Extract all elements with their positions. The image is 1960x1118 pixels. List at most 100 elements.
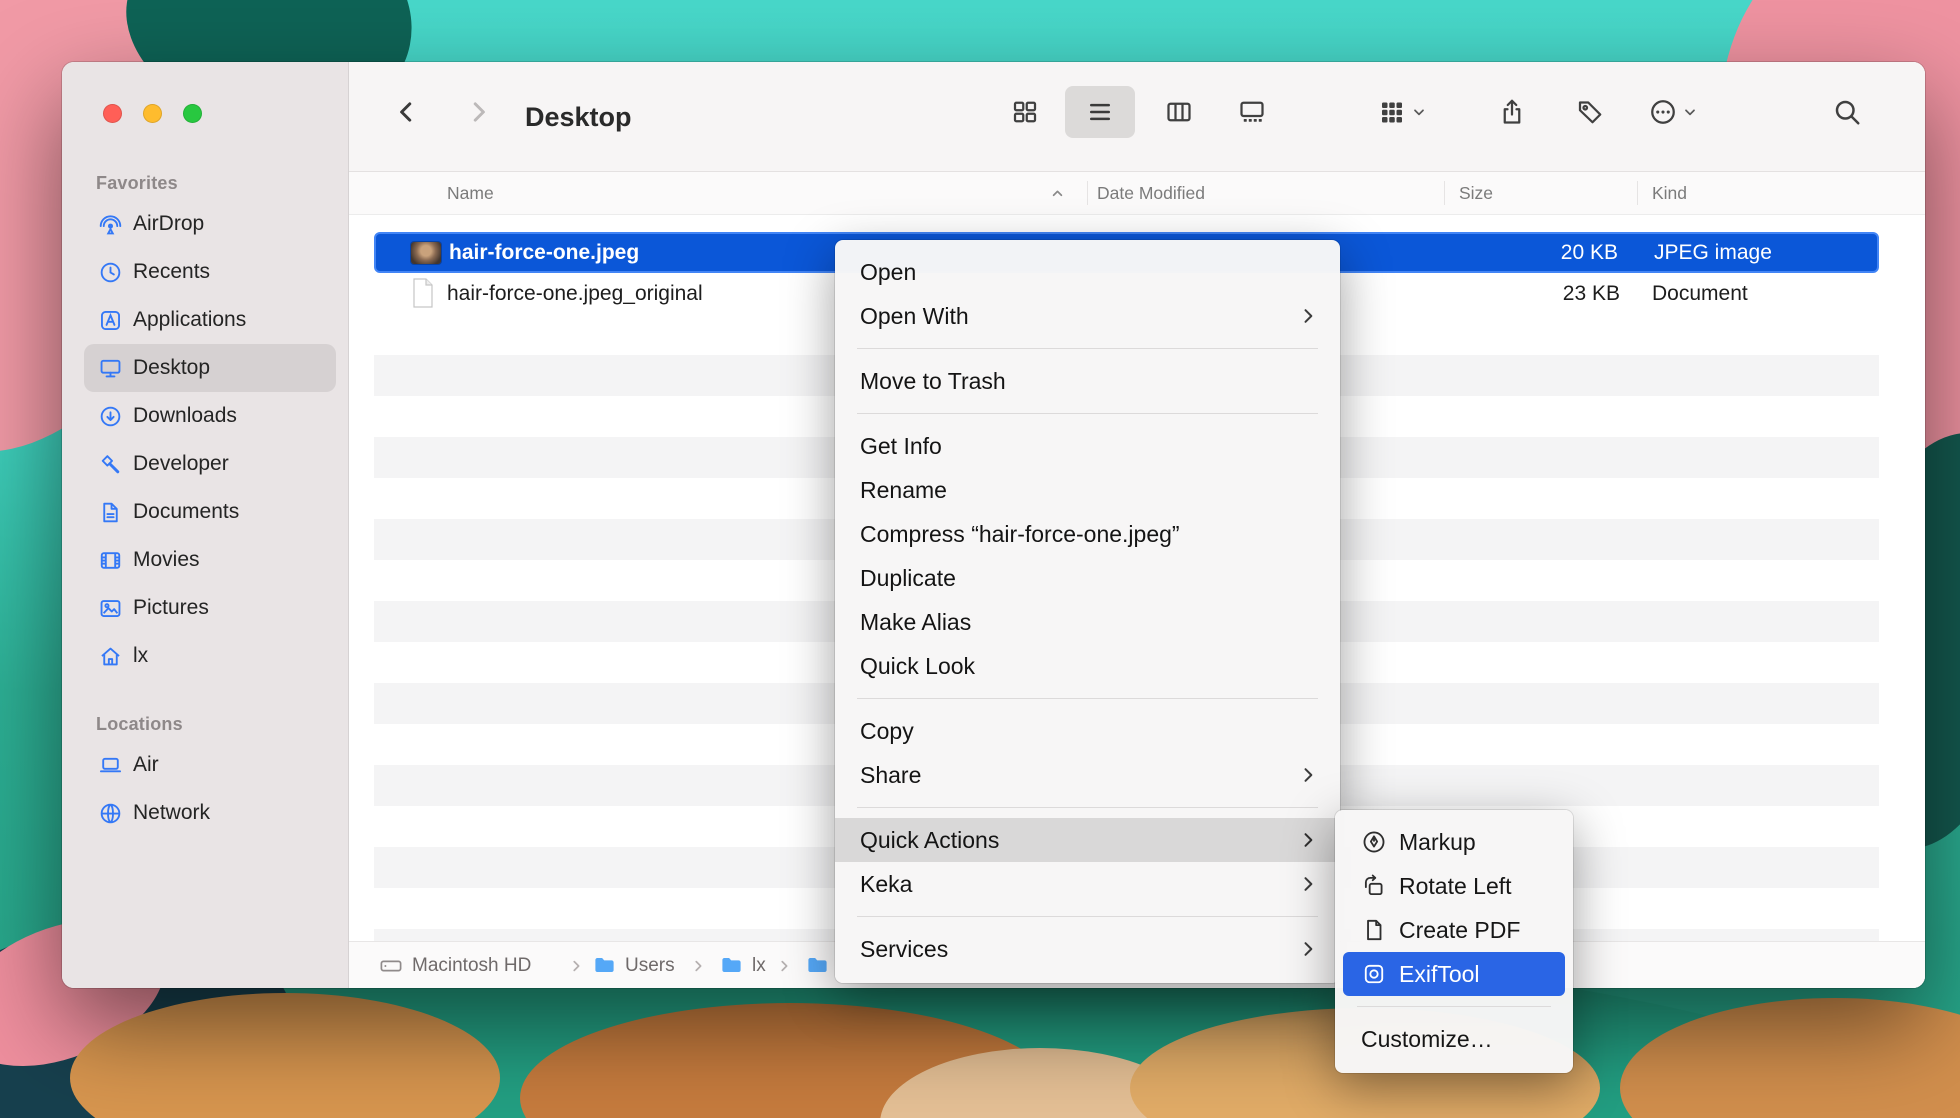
menu-item-services[interactable]: Services: [835, 927, 1340, 971]
column-divider: [1637, 181, 1638, 205]
menu-item-rename[interactable]: Rename: [835, 468, 1340, 512]
column-header-kind[interactable]: Kind: [1652, 172, 1687, 215]
desktop-icon: [98, 356, 123, 381]
path-chevron-icon: [691, 942, 705, 988]
column-header-date-modified[interactable]: Date Modified: [1097, 172, 1205, 215]
menu-item-move-to-trash[interactable]: Move to Trash: [835, 359, 1340, 403]
menu-divider: [857, 698, 1318, 699]
forward-button[interactable]: [457, 90, 501, 134]
list-column-headers: Name Date Modified Size Kind: [349, 172, 1925, 215]
group-by-icon: [1377, 97, 1407, 127]
sidebar-item-network[interactable]: Network: [84, 789, 336, 837]
share-button[interactable]: [1490, 90, 1534, 134]
quick-actions-submenu: Markup Rotate Left Create PDF ExifTool C…: [1335, 810, 1573, 1073]
submenu-item-rotate-left[interactable]: Rotate Left: [1335, 864, 1573, 908]
path-item-lx[interactable]: lx: [752, 942, 766, 988]
search-button[interactable]: [1825, 90, 1869, 134]
sidebar-item-desktop[interactable]: Desktop: [84, 344, 336, 392]
path-chevron-icon: [777, 942, 791, 988]
sidebar-item-pictures[interactable]: Pictures: [84, 584, 336, 632]
ellipsis-circle-icon: [1648, 97, 1678, 127]
sidebar-item-label: Desktop: [133, 356, 210, 380]
menu-item-keka[interactable]: Keka: [835, 862, 1340, 906]
menu-item-get-info[interactable]: Get Info: [835, 424, 1340, 468]
close-window-button[interactable]: [103, 104, 122, 123]
sidebar-item-downloads[interactable]: Downloads: [84, 392, 336, 440]
file-kind: Document: [1652, 282, 1748, 306]
tag-icon: [1575, 97, 1605, 127]
gallery-view-button[interactable]: [1230, 90, 1274, 134]
menu-item-duplicate[interactable]: Duplicate: [835, 556, 1340, 600]
column-divider: [1444, 181, 1445, 205]
menu-item-open[interactable]: Open: [835, 250, 1340, 294]
sidebar-item-developer[interactable]: Developer: [84, 440, 336, 488]
chevron-down-icon: [1411, 104, 1427, 120]
sidebar-item-documents[interactable]: Documents: [84, 488, 336, 536]
column-view-button[interactable]: [1157, 90, 1201, 134]
more-options-button[interactable]: [1651, 90, 1695, 134]
menu-item-share[interactable]: Share: [835, 753, 1340, 797]
sidebar-item-label: Air: [133, 753, 159, 777]
submenu-item-markup[interactable]: Markup: [1335, 820, 1573, 864]
column-header-name[interactable]: Name: [447, 172, 494, 215]
sidebar-item-label: Recents: [133, 260, 210, 284]
column-header-size[interactable]: Size: [1459, 172, 1493, 215]
grid-view-icon: [1010, 97, 1040, 127]
sidebar-item-label: Network: [133, 801, 210, 825]
zoom-window-button[interactable]: [183, 104, 202, 123]
column-divider: [1087, 181, 1088, 205]
sidebar-item-label: Developer: [133, 452, 229, 476]
submenu-chevron-icon: [1298, 306, 1318, 326]
submenu-item-customize[interactable]: Customize…: [1335, 1017, 1573, 1061]
file-size: 23 KB: [1563, 282, 1620, 306]
photo-icon: [98, 596, 123, 621]
chevron-down-icon: [1682, 104, 1698, 120]
sidebar-item-airdrop[interactable]: AirDrop: [84, 200, 336, 248]
sidebar-item-movies[interactable]: Movies: [84, 536, 336, 584]
menu-item-copy[interactable]: Copy: [835, 709, 1340, 753]
icon-view-button[interactable]: [1003, 90, 1047, 134]
document-file-icon: [411, 278, 435, 313]
rotate-left-icon: [1361, 873, 1387, 899]
sidebar: Favorites AirDrop Recents: [62, 62, 349, 988]
submenu-item-exiftool[interactable]: ExifTool: [1343, 952, 1565, 996]
list-view-icon: [1085, 97, 1115, 127]
menu-item-quick-actions[interactable]: Quick Actions: [835, 818, 1340, 862]
submenu-chevron-icon: [1298, 765, 1318, 785]
search-icon: [1832, 97, 1862, 127]
list-view-button[interactable]: [1065, 86, 1135, 138]
sidebar-item-air[interactable]: Air: [84, 741, 336, 789]
menu-item-quick-look[interactable]: Quick Look: [835, 644, 1340, 688]
sidebar-item-recents[interactable]: Recents: [84, 248, 336, 296]
home-icon: [98, 644, 123, 669]
file-size: 20 KB: [1561, 241, 1618, 265]
sidebar-section-favorites: Favorites: [96, 173, 348, 194]
gallery-view-icon: [1237, 97, 1267, 127]
menu-item-make-alias[interactable]: Make Alias: [835, 600, 1340, 644]
file-kind: JPEG image: [1654, 241, 1772, 265]
chevron-left-icon: [391, 97, 421, 127]
sidebar-item-lx-home[interactable]: lx: [84, 632, 336, 680]
folder-icon: [593, 942, 616, 988]
macintosh-hd-icon: [379, 942, 403, 988]
applications-icon: [98, 308, 123, 333]
tag-button[interactable]: [1568, 90, 1612, 134]
group-button[interactable]: [1380, 90, 1424, 134]
menu-item-open-with[interactable]: Open With: [835, 294, 1340, 338]
back-button[interactable]: [384, 90, 428, 134]
path-item-users[interactable]: Users: [625, 942, 675, 988]
menu-divider: [1357, 1006, 1551, 1007]
toolbar: Desktop: [349, 62, 1925, 172]
submenu-item-create-pdf[interactable]: Create PDF: [1335, 908, 1573, 952]
path-item-macintosh-hd[interactable]: Macintosh HD: [412, 942, 531, 988]
menu-item-compress[interactable]: Compress “hair-force-one.jpeg”: [835, 512, 1340, 556]
sidebar-item-applications[interactable]: Applications: [84, 296, 336, 344]
window-controls: [103, 104, 202, 123]
menu-divider: [857, 807, 1318, 808]
window-title: Desktop: [525, 62, 632, 172]
markup-icon: [1361, 829, 1387, 855]
path-chevron-icon: [569, 942, 583, 988]
context-menu: Open Open With Move to Trash Get Info Re…: [835, 240, 1340, 983]
hammer-icon: [98, 452, 123, 477]
minimize-window-button[interactable]: [143, 104, 162, 123]
